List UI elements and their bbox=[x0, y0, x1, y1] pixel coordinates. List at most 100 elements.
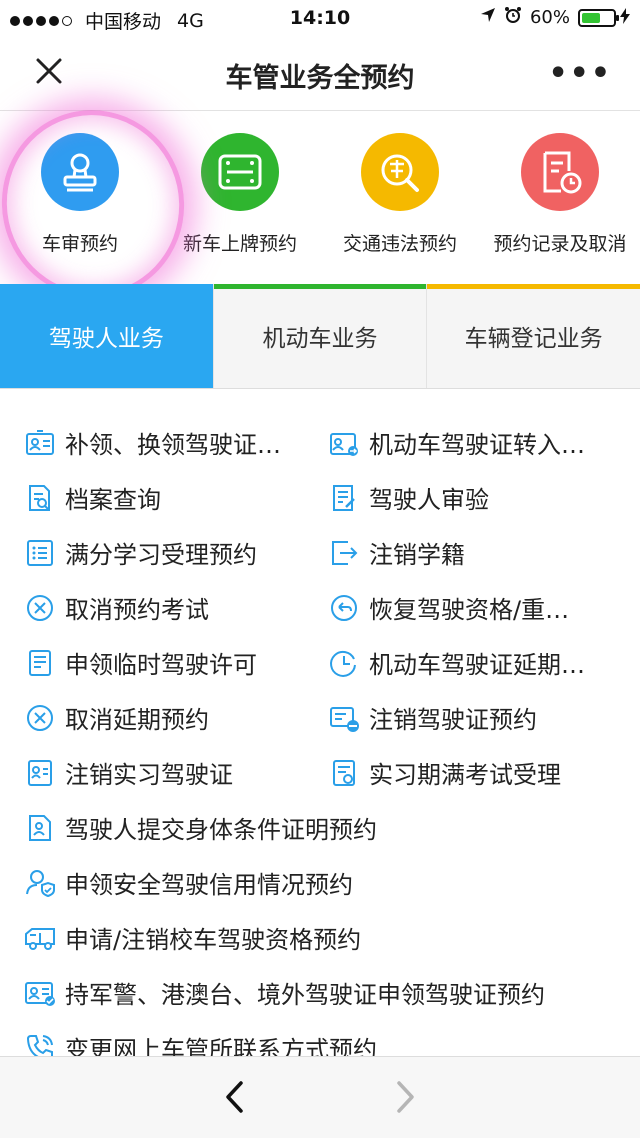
list-icon bbox=[24, 537, 56, 569]
service-item-license-extension[interactable]: 机动车驾驶证延期… bbox=[328, 635, 620, 690]
phone-icon bbox=[24, 1032, 56, 1056]
service-label: 机动车驾驶证转入… bbox=[369, 431, 585, 459]
quick-action-new-plate[interactable]: 新车上牌预约 bbox=[160, 133, 320, 256]
quick-action-label: 交通违法预约 bbox=[342, 233, 457, 255]
service-label: 申领安全驾驶信用情况预约 bbox=[65, 871, 353, 899]
service-item-file-query[interactable]: 档案查询 bbox=[24, 470, 316, 525]
page-title: 车管业务全预约 bbox=[225, 63, 415, 94]
service-label: 注销实习驾驶证 bbox=[65, 761, 233, 789]
service-label: 申请/注销校车驾驶资格预约 bbox=[65, 926, 362, 954]
forward-arrow-icon[interactable] bbox=[390, 1079, 420, 1115]
service-label: 补领、换领驾驶证… bbox=[65, 431, 281, 459]
charging-bolt-icon bbox=[620, 7, 630, 28]
service-label: 申领临时驾驶许可 bbox=[65, 651, 257, 679]
id-card-icon bbox=[24, 427, 56, 459]
service-item-cancel-exam[interactable]: 取消预约考试 bbox=[24, 580, 316, 635]
tab-vehicle-registration[interactable]: 车辆登记业务 bbox=[426, 284, 640, 388]
id-card-transfer-icon bbox=[328, 427, 360, 459]
service-item-license-reissue[interactable]: 补领、换领驾驶证… bbox=[24, 415, 316, 470]
service-row: 档案查询 驾驶人审验 bbox=[0, 470, 640, 525]
category-tabs: 驾驶人业务 机动车业务 车辆登记业务 bbox=[0, 284, 640, 389]
record-clock-icon bbox=[521, 133, 599, 211]
restore-icon bbox=[328, 592, 360, 624]
clock-icon bbox=[328, 647, 360, 679]
alarm-clock-icon bbox=[504, 6, 522, 29]
service-item-school-bus[interactable]: 申请/注销校车驾驶资格预约 bbox=[24, 910, 634, 965]
service-item-cancel-learner-license[interactable]: 注销实习驾驶证 bbox=[24, 745, 316, 800]
service-label: 驾驶人提交身体条件证明预约 bbox=[65, 816, 377, 844]
document-edit-icon bbox=[328, 482, 360, 514]
tab-driver-business[interactable]: 驾驶人业务 bbox=[0, 284, 213, 388]
quick-action-label: 车审预约 bbox=[41, 233, 118, 255]
service-item-restore-qualification[interactable]: 恢复驾驶资格/重… bbox=[328, 580, 620, 635]
service-label: 满分学习受理预约 bbox=[65, 541, 257, 569]
cancel-circle-icon bbox=[24, 702, 56, 734]
service-row: 注销实习驾驶证 实习期满考试受理 bbox=[0, 745, 640, 800]
bottom-toolbar bbox=[0, 1056, 640, 1138]
tab-label: 机动车业务 bbox=[262, 326, 378, 352]
quick-action-label: 新车上牌预约 bbox=[182, 233, 297, 255]
document-search-icon bbox=[24, 482, 56, 514]
service-row: 驾驶人提交身体条件证明预约 bbox=[0, 800, 640, 855]
service-item-physical-certificate[interactable]: 驾驶人提交身体条件证明预约 bbox=[24, 800, 634, 855]
id-card-icon bbox=[24, 757, 56, 789]
service-row: 变更网上车管所联系方式预约 bbox=[0, 1020, 640, 1056]
stamp-icon bbox=[41, 133, 119, 211]
service-row: 申请/注销校车驾驶资格预约 bbox=[0, 910, 640, 965]
service-row: 取消延期预约 注销驾驶证预约 bbox=[0, 690, 640, 745]
cancel-circle-icon bbox=[24, 592, 56, 624]
exit-icon bbox=[328, 537, 360, 569]
id-card-icon bbox=[24, 977, 56, 1009]
quick-action-records[interactable]: 预约记录及取消 bbox=[480, 133, 640, 256]
service-row: 补领、换领驾驶证… 机动车驾驶证转入… bbox=[0, 415, 640, 470]
quick-action-vehicle-inspection[interactable]: 车审预约 bbox=[0, 133, 160, 256]
service-item-change-contact[interactable]: 变更网上车管所联系方式预约 bbox=[24, 1020, 634, 1056]
status-bar: 中国移动 4G 14:10 60% bbox=[0, 0, 640, 38]
tab-label: 驾驶人业务 bbox=[48, 326, 164, 352]
tab-vehicle-business[interactable]: 机动车业务 bbox=[212, 284, 427, 388]
quick-action-label: 预约记录及取消 bbox=[493, 233, 627, 255]
service-row: 取消预约考试 恢复驾驶资格/重… bbox=[0, 580, 640, 635]
tab-label: 车辆登记业务 bbox=[464, 326, 603, 352]
status-right: 60% bbox=[472, 6, 630, 29]
service-item-license-transfer-in[interactable]: 机动车驾驶证转入… bbox=[328, 415, 620, 470]
service-row: 持军警、港澳台、境外驾驶证申领驾驶证预约 bbox=[0, 965, 640, 1020]
bus-icon bbox=[24, 922, 56, 954]
quick-action-traffic-violation[interactable]: 交通违法预约 bbox=[320, 133, 480, 256]
service-row: 申领临时驾驶许可 机动车驾驶证延期… bbox=[0, 635, 640, 690]
service-label: 实习期满考试受理 bbox=[369, 761, 561, 789]
service-item-driver-review[interactable]: 驾驶人审验 bbox=[328, 470, 620, 525]
service-label: 恢复驾驶资格/重… bbox=[369, 596, 570, 624]
app-screen: 中国移动 4G 14:10 60% 车管业务全预约 ••• 车审预约 新车上牌预… bbox=[0, 0, 640, 1138]
service-item-full-score-study[interactable]: 满分学习受理预约 bbox=[24, 525, 316, 580]
service-row: 满分学习受理预约 注销学籍 bbox=[0, 525, 640, 580]
service-list: 补领、换领驾驶证… 机动车驾驶证转入… 档案查询 驾驶人审验 满分学习受理预约 … bbox=[0, 400, 640, 1056]
battery-icon bbox=[578, 8, 619, 27]
service-label: 驾驶人审验 bbox=[369, 486, 489, 514]
service-label: 持军警、港澳台、境外驾驶证申领驾驶证预约 bbox=[65, 981, 545, 1009]
service-item-credit-record[interactable]: 申领安全驾驶信用情况预约 bbox=[24, 855, 634, 910]
service-item-cancel-enrollment[interactable]: 注销学籍 bbox=[328, 525, 620, 580]
service-item-temp-permit[interactable]: 申领临时驾驶许可 bbox=[24, 635, 316, 690]
service-item-cancel-license[interactable]: 注销驾驶证预约 bbox=[328, 690, 620, 745]
service-label: 机动车驾驶证延期… bbox=[369, 651, 585, 679]
service-label: 注销学籍 bbox=[369, 541, 465, 569]
license-plate-icon bbox=[201, 133, 279, 211]
service-label: 注销驾驶证预约 bbox=[369, 706, 537, 734]
back-arrow-icon[interactable] bbox=[220, 1079, 250, 1115]
service-item-foreign-license[interactable]: 持军警、港澳台、境外驾驶证申领驾驶证预约 bbox=[24, 965, 634, 1020]
service-item-cancel-extension[interactable]: 取消延期预约 bbox=[24, 690, 316, 745]
service-label: 取消延期预约 bbox=[65, 706, 209, 734]
service-item-internship-exam[interactable]: 实习期满考试受理 bbox=[328, 745, 620, 800]
battery-percent: 60% bbox=[529, 7, 570, 28]
location-arrow-icon bbox=[480, 7, 496, 28]
card-remove-icon bbox=[328, 702, 360, 734]
nav-bar: 车管业务全预约 ••• bbox=[0, 38, 640, 111]
service-label: 变更网上车管所联系方式预约 bbox=[65, 1036, 377, 1056]
violation-search-icon bbox=[361, 133, 439, 211]
service-label: 档案查询 bbox=[65, 486, 161, 514]
user-shield-icon bbox=[24, 867, 56, 899]
document-icon bbox=[24, 647, 56, 679]
service-label: 取消预约考试 bbox=[65, 596, 209, 624]
more-menu-icon[interactable]: ••• bbox=[548, 56, 612, 91]
